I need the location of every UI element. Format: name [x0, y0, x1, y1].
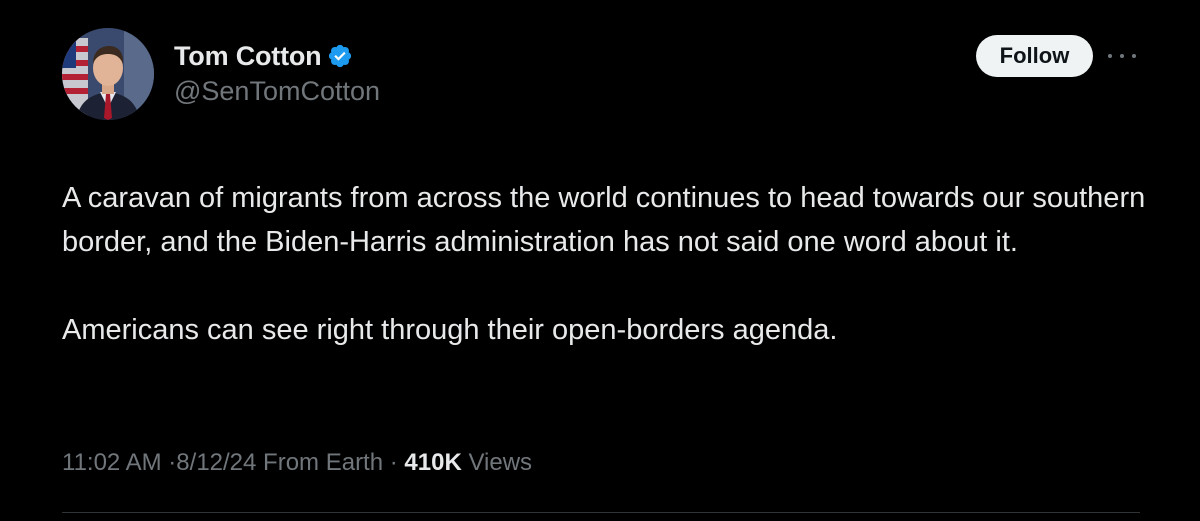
avatar-image	[62, 28, 154, 120]
divider	[62, 512, 1140, 513]
views-label: Views	[468, 449, 533, 476]
meta-separator: ·	[389, 449, 398, 476]
tweet-paragraph: A caravan of migrants from across the wo…	[62, 182, 1146, 258]
follow-button[interactable]: Follow	[976, 35, 1093, 77]
tweet-time[interactable]: 11:02 AM	[62, 449, 162, 476]
tweet-location: From Earth	[263, 449, 384, 476]
views-count[interactable]: 410K	[404, 449, 461, 476]
verified-badge-icon[interactable]	[327, 43, 353, 69]
tweet-card: Tom Cotton @SenTomCotton Follow A carava…	[0, 0, 1200, 521]
more-dot	[1132, 54, 1136, 58]
more-dot	[1108, 54, 1112, 58]
tweet-paragraph: Americans can see right through their op…	[62, 314, 838, 346]
more-dot	[1120, 54, 1124, 58]
tweet-meta: 11:02 AM ·8/12/24 From Earth · 410K View…	[62, 449, 532, 477]
tweet-text: A caravan of migrants from across the wo…	[62, 176, 1172, 352]
author-display-name[interactable]: Tom Cotton	[174, 41, 322, 72]
author-handle[interactable]: @SenTomCotton	[174, 76, 380, 107]
tweet-date[interactable]: 8/12/24	[176, 449, 256, 476]
avatar[interactable]	[62, 28, 154, 120]
more-options-icon[interactable]	[1108, 44, 1136, 68]
author-name-row: Tom Cotton	[174, 40, 353, 72]
